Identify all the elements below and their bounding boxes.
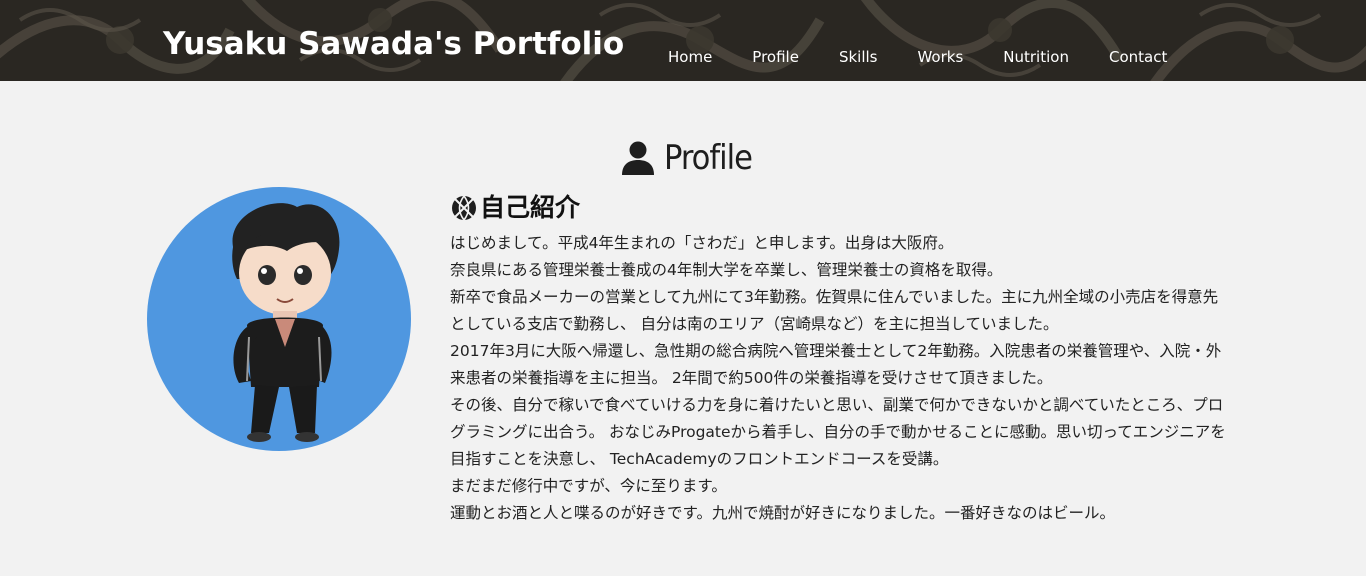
nav-nutrition[interactable]: Nutrition (983, 46, 1089, 68)
self-intro-heading-label: 自己紹介 (480, 193, 581, 222)
self-intro-heading: 自己紹介 (450, 190, 1230, 226)
bio-paragraph: まだまだ修行中ですが、今に至ります。 (450, 477, 727, 495)
main-nav: Home Profile Skills Works Nutrition Cont… (648, 46, 1187, 68)
site-header: Yusaku Sawada's Portfolio Home Profile S… (0, 0, 1366, 81)
nav-contact[interactable]: Contact (1089, 46, 1187, 68)
nav-skills[interactable]: Skills (819, 46, 898, 68)
bio-paragraph: 運動とお酒と人と喋るのが好きです。九州で焼酎が好きになりました。一番好きなのはビ… (450, 504, 1115, 522)
avatar-illustration (232, 203, 340, 442)
basketball-icon (452, 195, 476, 221)
nav-profile[interactable]: Profile (732, 46, 819, 68)
avatar (147, 187, 411, 451)
nav-home[interactable]: Home (648, 46, 732, 68)
nav-works[interactable]: Works (897, 46, 983, 68)
bio-paragraph: 奈良県にある管理栄養士養成の4年制大学を卒業し、管理栄養士の資格を取得。 (450, 261, 1003, 279)
profile-heading: Profile (620, 136, 753, 180)
profile-content: 自己紹介 はじめまして。平成4年生まれの「さわだ」と申します。出身は大阪府。 奈… (450, 190, 1230, 527)
bio-paragraph: 2017年3月に大阪へ帰還し、急性期の総合病院へ管理栄養士として2年勤務。入院患… (450, 342, 1222, 387)
user-icon (622, 141, 654, 175)
bio-paragraph: 新卒で食品メーカーの営業として九州にて3年勤務。佐賀県に住んでいました。主に九州… (450, 288, 1219, 333)
profile-heading-label: Profile (664, 138, 753, 178)
site-title[interactable]: Yusaku Sawada's Portfolio (163, 22, 624, 66)
bio-text: はじめまして。平成4年生まれの「さわだ」と申します。出身は大阪府。 奈良県にある… (450, 230, 1230, 527)
bio-paragraph: はじめまして。平成4年生まれの「さわだ」と申します。出身は大阪府。 (450, 234, 954, 252)
bio-paragraph: その後、自分で稼いで食べていける力を身に着けたいと思い、副業で何かできないかと調… (450, 396, 1226, 468)
